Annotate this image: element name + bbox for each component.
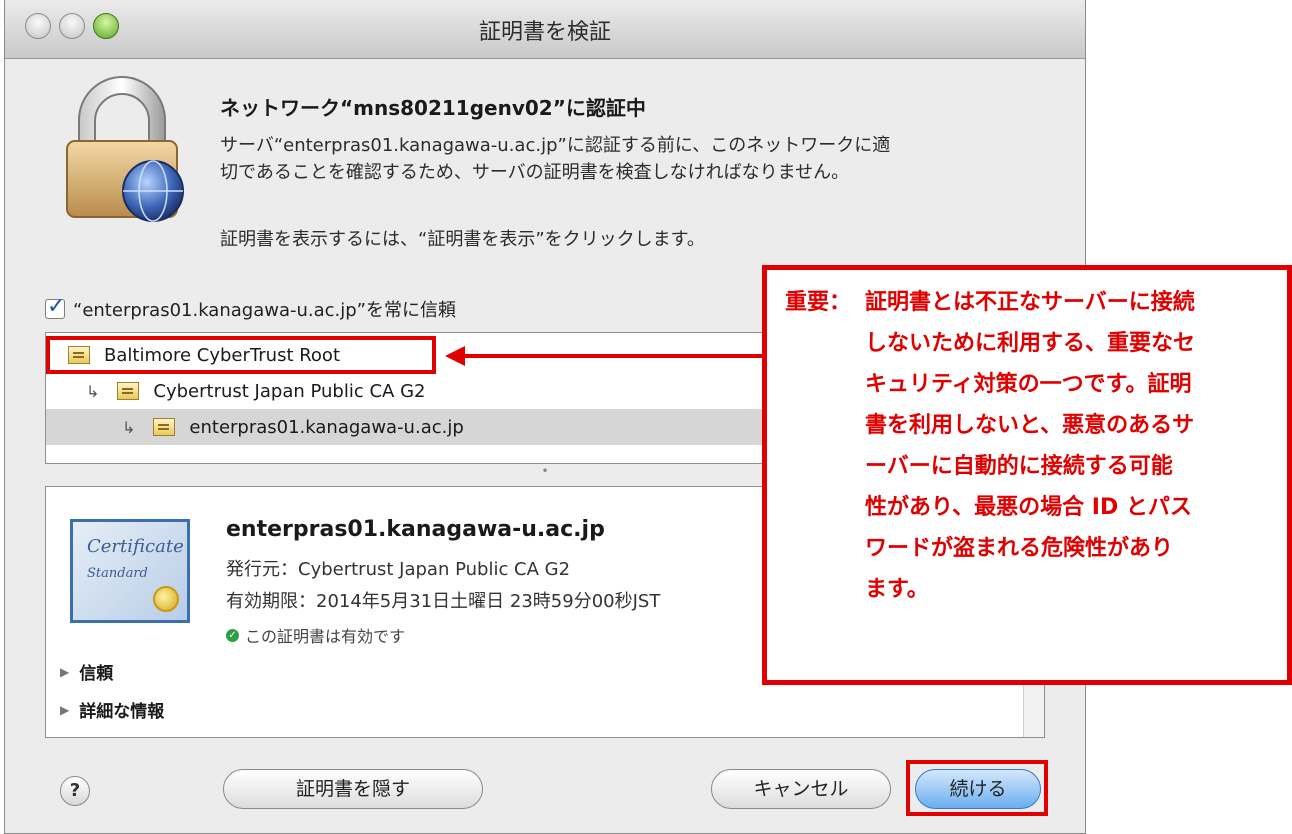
description-line-2: 切であることを確認するため、サーバの証明書を検査しなければなりません。 <box>220 162 850 183</box>
help-button[interactable]: ? <box>60 776 90 806</box>
root-cert-highlight <box>46 336 436 374</box>
valid-check-icon: ✓ <box>226 628 239 642</box>
lock-icon <box>66 76 184 222</box>
show-cert-hint: 証明書を表示するには、“証明書を表示”をクリックします。 <box>220 229 705 250</box>
cert-chain-label: Cybertrust Japan Public CA G2 <box>153 380 426 402</box>
annotation-arrow-line <box>462 354 762 358</box>
annotation-line: 証明書とは不正なサーバーに接続 <box>865 290 1195 315</box>
always-trust-label: “enterpras01.kanagawa-u.ac.jp”を常に信頼 <box>73 300 457 321</box>
certificate-icon <box>153 418 176 436</box>
trust-section-label: 信頼 <box>79 664 114 684</box>
annotation-line: ーバーに自動的に接続する可能 <box>865 454 1173 479</box>
annotation-lead: 重要： <box>785 290 852 315</box>
child-arrow-icon: ↳ <box>122 417 136 437</box>
annotation-line: しないために利用する、重要なセ <box>865 331 1196 356</box>
hide-certificate-button[interactable]: 証明書を隠す <box>223 769 483 809</box>
certificate-image: Certificate Standard <box>70 519 190 623</box>
disclosure-triangle-icon: ▶ <box>60 702 70 717</box>
annotation-note: 重要： 証明書とは不正なサーバーに接続 しないために利用する、重要なセ キュリテ… <box>762 265 1292 685</box>
dialog-heading: ネットワーク“mns80211genv02”に認証中 <box>220 96 646 120</box>
cancel-button[interactable]: キャンセル <box>711 769 891 809</box>
annotation-line: 書を利用しないと、悪意のあるサ <box>865 413 1195 438</box>
always-trust-row[interactable]: “enterpras01.kanagawa-u.ac.jp”を常に信頼 <box>45 294 457 322</box>
continue-button-highlight <box>906 760 1048 816</box>
always-trust-checkbox[interactable] <box>45 294 65 319</box>
dialog-description: サーバ“enterpras01.kanagawa-u.ac.jp”に認証する前に… <box>220 132 1040 186</box>
annotation-line: 性があり、最悪の場合 ID とパス <box>865 495 1192 520</box>
cert-chain-label: enterpras01.kanagawa-u.ac.jp <box>189 416 464 438</box>
title-bar: 証明書を検証 <box>5 0 1085 59</box>
validity-status: ✓ この証明書は有効です <box>226 623 405 647</box>
window-title: 証明書を検証 <box>478 20 611 45</box>
annotation-line: ワードが盗まれる危険性があり <box>865 536 1174 561</box>
certificate-expiry: 有効期限：2014年5月31日土曜日 23時59分00秒JST <box>226 591 661 612</box>
annotation-arrowhead <box>445 346 465 366</box>
details-disclosure[interactable]: ▶ 詳細な情報 <box>60 697 164 722</box>
seal-icon <box>153 586 179 612</box>
trust-disclosure[interactable]: ▶ 信頼 <box>60 659 113 684</box>
certificate-image-text: Certificate <box>87 536 184 557</box>
certificate-image-subtext: Standard <box>87 566 148 581</box>
annotation-line: キュリティ対策の一つです。証明 <box>865 372 1192 397</box>
annotation-body: 証明書とは不正なサーバーに接続 しないために利用する、重要なセ キュリティ対策の… <box>865 282 1265 610</box>
description-line-1: サーバ“enterpras01.kanagawa-u.ac.jp”に認証する前に… <box>220 135 891 156</box>
details-section-label: 詳細な情報 <box>79 702 165 722</box>
certificate-issuer: 発行元：Cybertrust Japan Public CA G2 <box>226 559 571 580</box>
disclosure-triangle-icon: ▶ <box>60 664 70 679</box>
certificate-icon <box>117 382 140 400</box>
annotation-line: ます。 <box>865 577 929 602</box>
certificate-common-name: enterpras01.kanagawa-u.ac.jp <box>226 517 605 542</box>
child-arrow-icon: ↳ <box>86 381 100 401</box>
validity-text: この証明書は有効です <box>245 627 406 646</box>
